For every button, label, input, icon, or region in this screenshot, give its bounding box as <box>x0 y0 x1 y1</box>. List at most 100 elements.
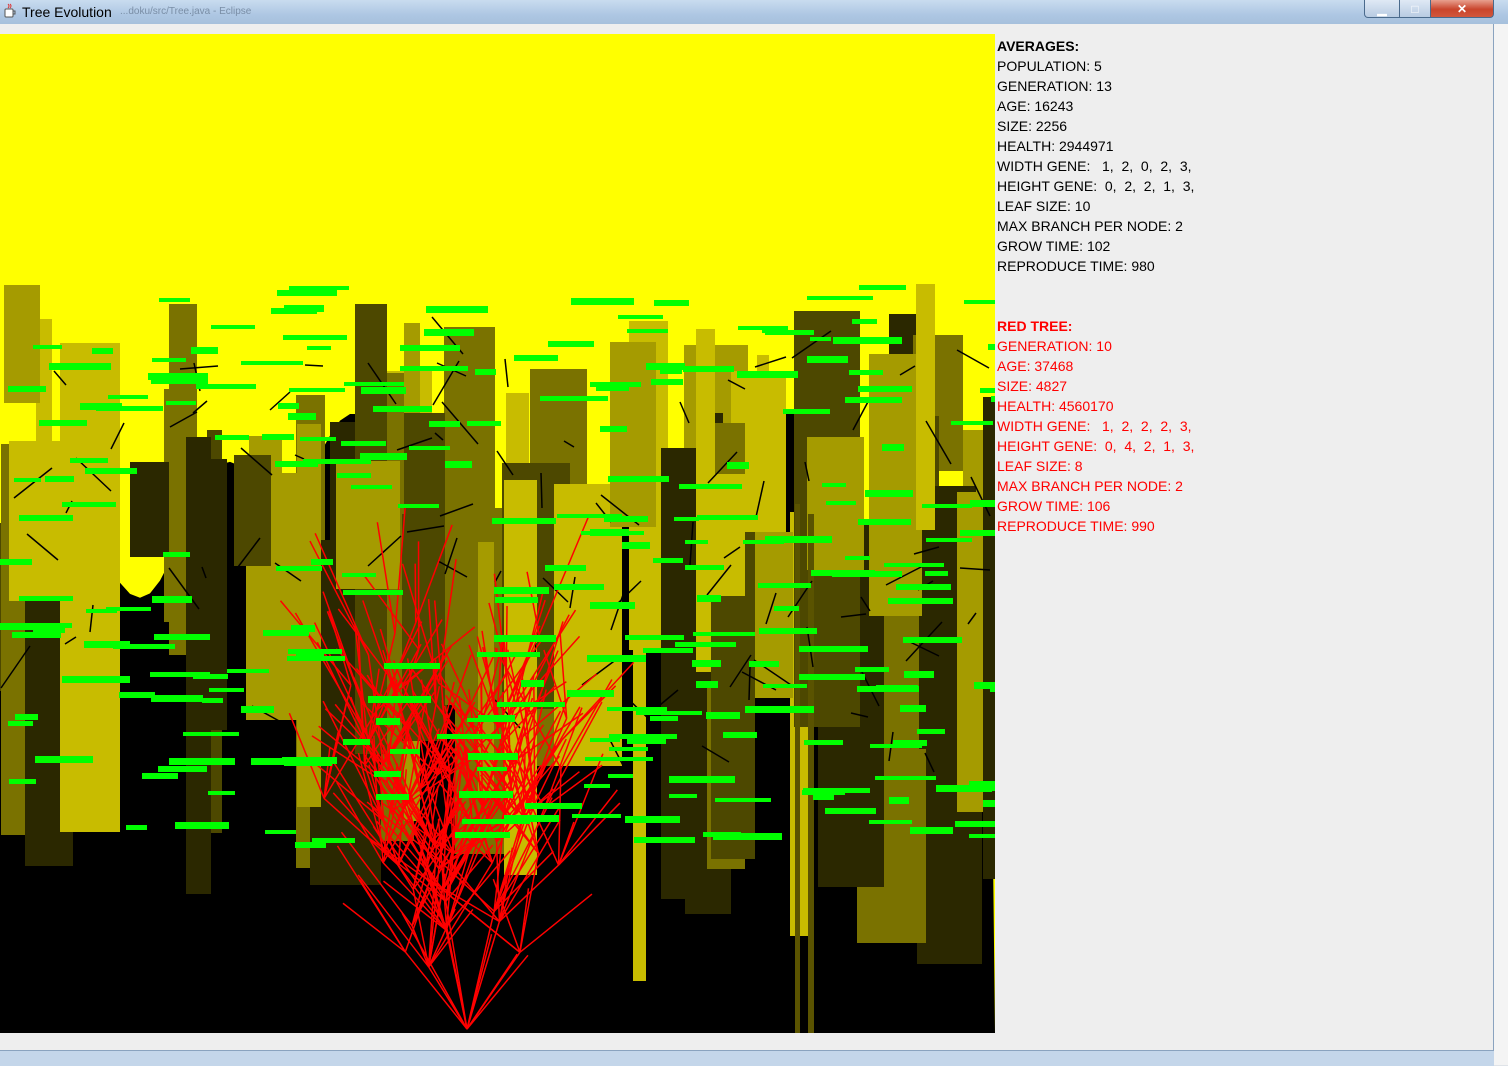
tree-trunk <box>234 455 271 566</box>
tree-leaf <box>262 434 294 440</box>
tree-leaf <box>251 758 290 765</box>
minimize-button[interactable]: ▁ <box>1364 0 1400 18</box>
tree-leaf <box>654 300 689 306</box>
window-bottom-border <box>0 1050 1494 1066</box>
tree-leaf <box>152 596 192 603</box>
tree-leaf <box>275 461 318 467</box>
tree-leaf <box>468 753 518 760</box>
tree-trunk <box>4 285 40 403</box>
tree-leaf <box>409 446 450 450</box>
tree-leaf <box>706 712 740 719</box>
tree-leaf <box>276 566 322 571</box>
stats-panel: AVERAGES: POPULATION: 5 GENERATION: 13 A… <box>997 36 1297 536</box>
tree-leaf <box>400 345 460 351</box>
tree-leaf <box>833 337 902 344</box>
tree-leaf <box>337 473 371 478</box>
tree-leaf <box>307 346 331 350</box>
tree-leaf <box>342 573 376 577</box>
tree-leaf <box>361 387 406 394</box>
tree-leaf <box>241 706 274 713</box>
tree-leaf <box>494 635 556 642</box>
tree-leaf <box>343 739 370 745</box>
tree-leaf <box>889 797 909 804</box>
tree-leaf <box>875 776 936 780</box>
tree-leaf <box>810 337 831 341</box>
title-bar[interactable]: Tree Evolution ...doku/src/Tree.java - E… <box>0 0 1508 25</box>
tree-leaf <box>925 571 948 576</box>
tree-leaf <box>163 552 190 557</box>
tree-leaf <box>15 714 38 720</box>
tree-leaf <box>692 660 721 667</box>
tree-leaf <box>341 441 386 446</box>
tree-leaf <box>685 540 708 544</box>
avg-leaf-size: LEAF SIZE: 10 <box>997 196 1297 216</box>
maximize-icon: □ <box>1411 2 1418 16</box>
tree-leaf <box>991 396 995 402</box>
tree-leaf <box>8 386 46 392</box>
tree-leaf <box>289 388 345 392</box>
tree-leaf <box>713 833 782 840</box>
tree-leaf <box>653 558 683 563</box>
tree-leaf <box>826 501 856 505</box>
tree-leaf <box>697 515 758 520</box>
tree-leaf <box>263 630 309 636</box>
close-button[interactable]: ✕ <box>1430 0 1494 18</box>
red-generation: GENERATION: 10 <box>997 336 1297 356</box>
tree-leaf <box>368 696 431 703</box>
tree-leaf <box>376 718 400 725</box>
tree-leaf <box>462 819 530 824</box>
tree-leaf <box>910 827 953 834</box>
tree-leaf <box>763 684 807 688</box>
tree-branch <box>749 667 750 700</box>
tree-leaf <box>495 597 538 603</box>
tree-leaf <box>955 821 995 827</box>
tree-leaf <box>922 504 972 508</box>
tree-leaf <box>108 395 148 399</box>
maximize-button[interactable]: □ <box>1399 0 1431 18</box>
tree-leaf <box>202 698 223 703</box>
tree-leaf <box>311 559 333 565</box>
tree-leaf <box>85 468 137 474</box>
tree-leaf <box>926 538 972 542</box>
tree-leaf <box>351 485 392 489</box>
tree-leaf <box>749 661 779 667</box>
tree-leaf <box>554 584 604 590</box>
tree-leaf <box>477 767 507 771</box>
tree-leaf <box>625 635 684 640</box>
tree-leaf <box>609 747 648 751</box>
tree-leaf <box>743 540 784 544</box>
tree-leaf <box>142 773 178 779</box>
simulation-canvas[interactable] <box>0 34 995 1033</box>
tree-leaf <box>289 286 349 290</box>
tree-leaf <box>869 820 912 824</box>
tree-leaf <box>0 559 32 565</box>
tree-branch <box>541 473 542 508</box>
tree-leaf <box>19 515 73 521</box>
tree-leaf <box>904 671 934 678</box>
tree-leaf <box>759 628 817 634</box>
tree-leaf <box>596 384 629 391</box>
tree-leaf <box>521 680 544 687</box>
tree-leaf <box>608 774 633 778</box>
tree-leaf <box>900 705 926 712</box>
tree-leaf <box>426 306 488 313</box>
tree-leaf <box>882 444 904 451</box>
tree-leaf <box>300 437 336 441</box>
tree-leaf <box>600 426 627 432</box>
tree-trunk <box>916 284 935 530</box>
tree-leaf <box>397 664 427 669</box>
tree-leaf <box>459 791 513 798</box>
tree-leaf <box>525 803 582 809</box>
tree-leaf <box>693 632 755 636</box>
red-max-branch: MAX BRANCH PER NODE: 2 <box>997 476 1297 496</box>
red-tree-header: RED TREE: <box>997 316 1297 336</box>
tree-leaf <box>152 358 186 362</box>
tree-leaf <box>988 344 995 350</box>
tree-leaf <box>191 347 218 354</box>
tree-leaf <box>675 642 736 647</box>
tree-leaf <box>804 740 843 745</box>
tree-leaf <box>14 478 41 482</box>
tree-leaf <box>609 734 677 739</box>
tree-leaf <box>343 590 403 595</box>
tree-leaf <box>154 634 210 640</box>
